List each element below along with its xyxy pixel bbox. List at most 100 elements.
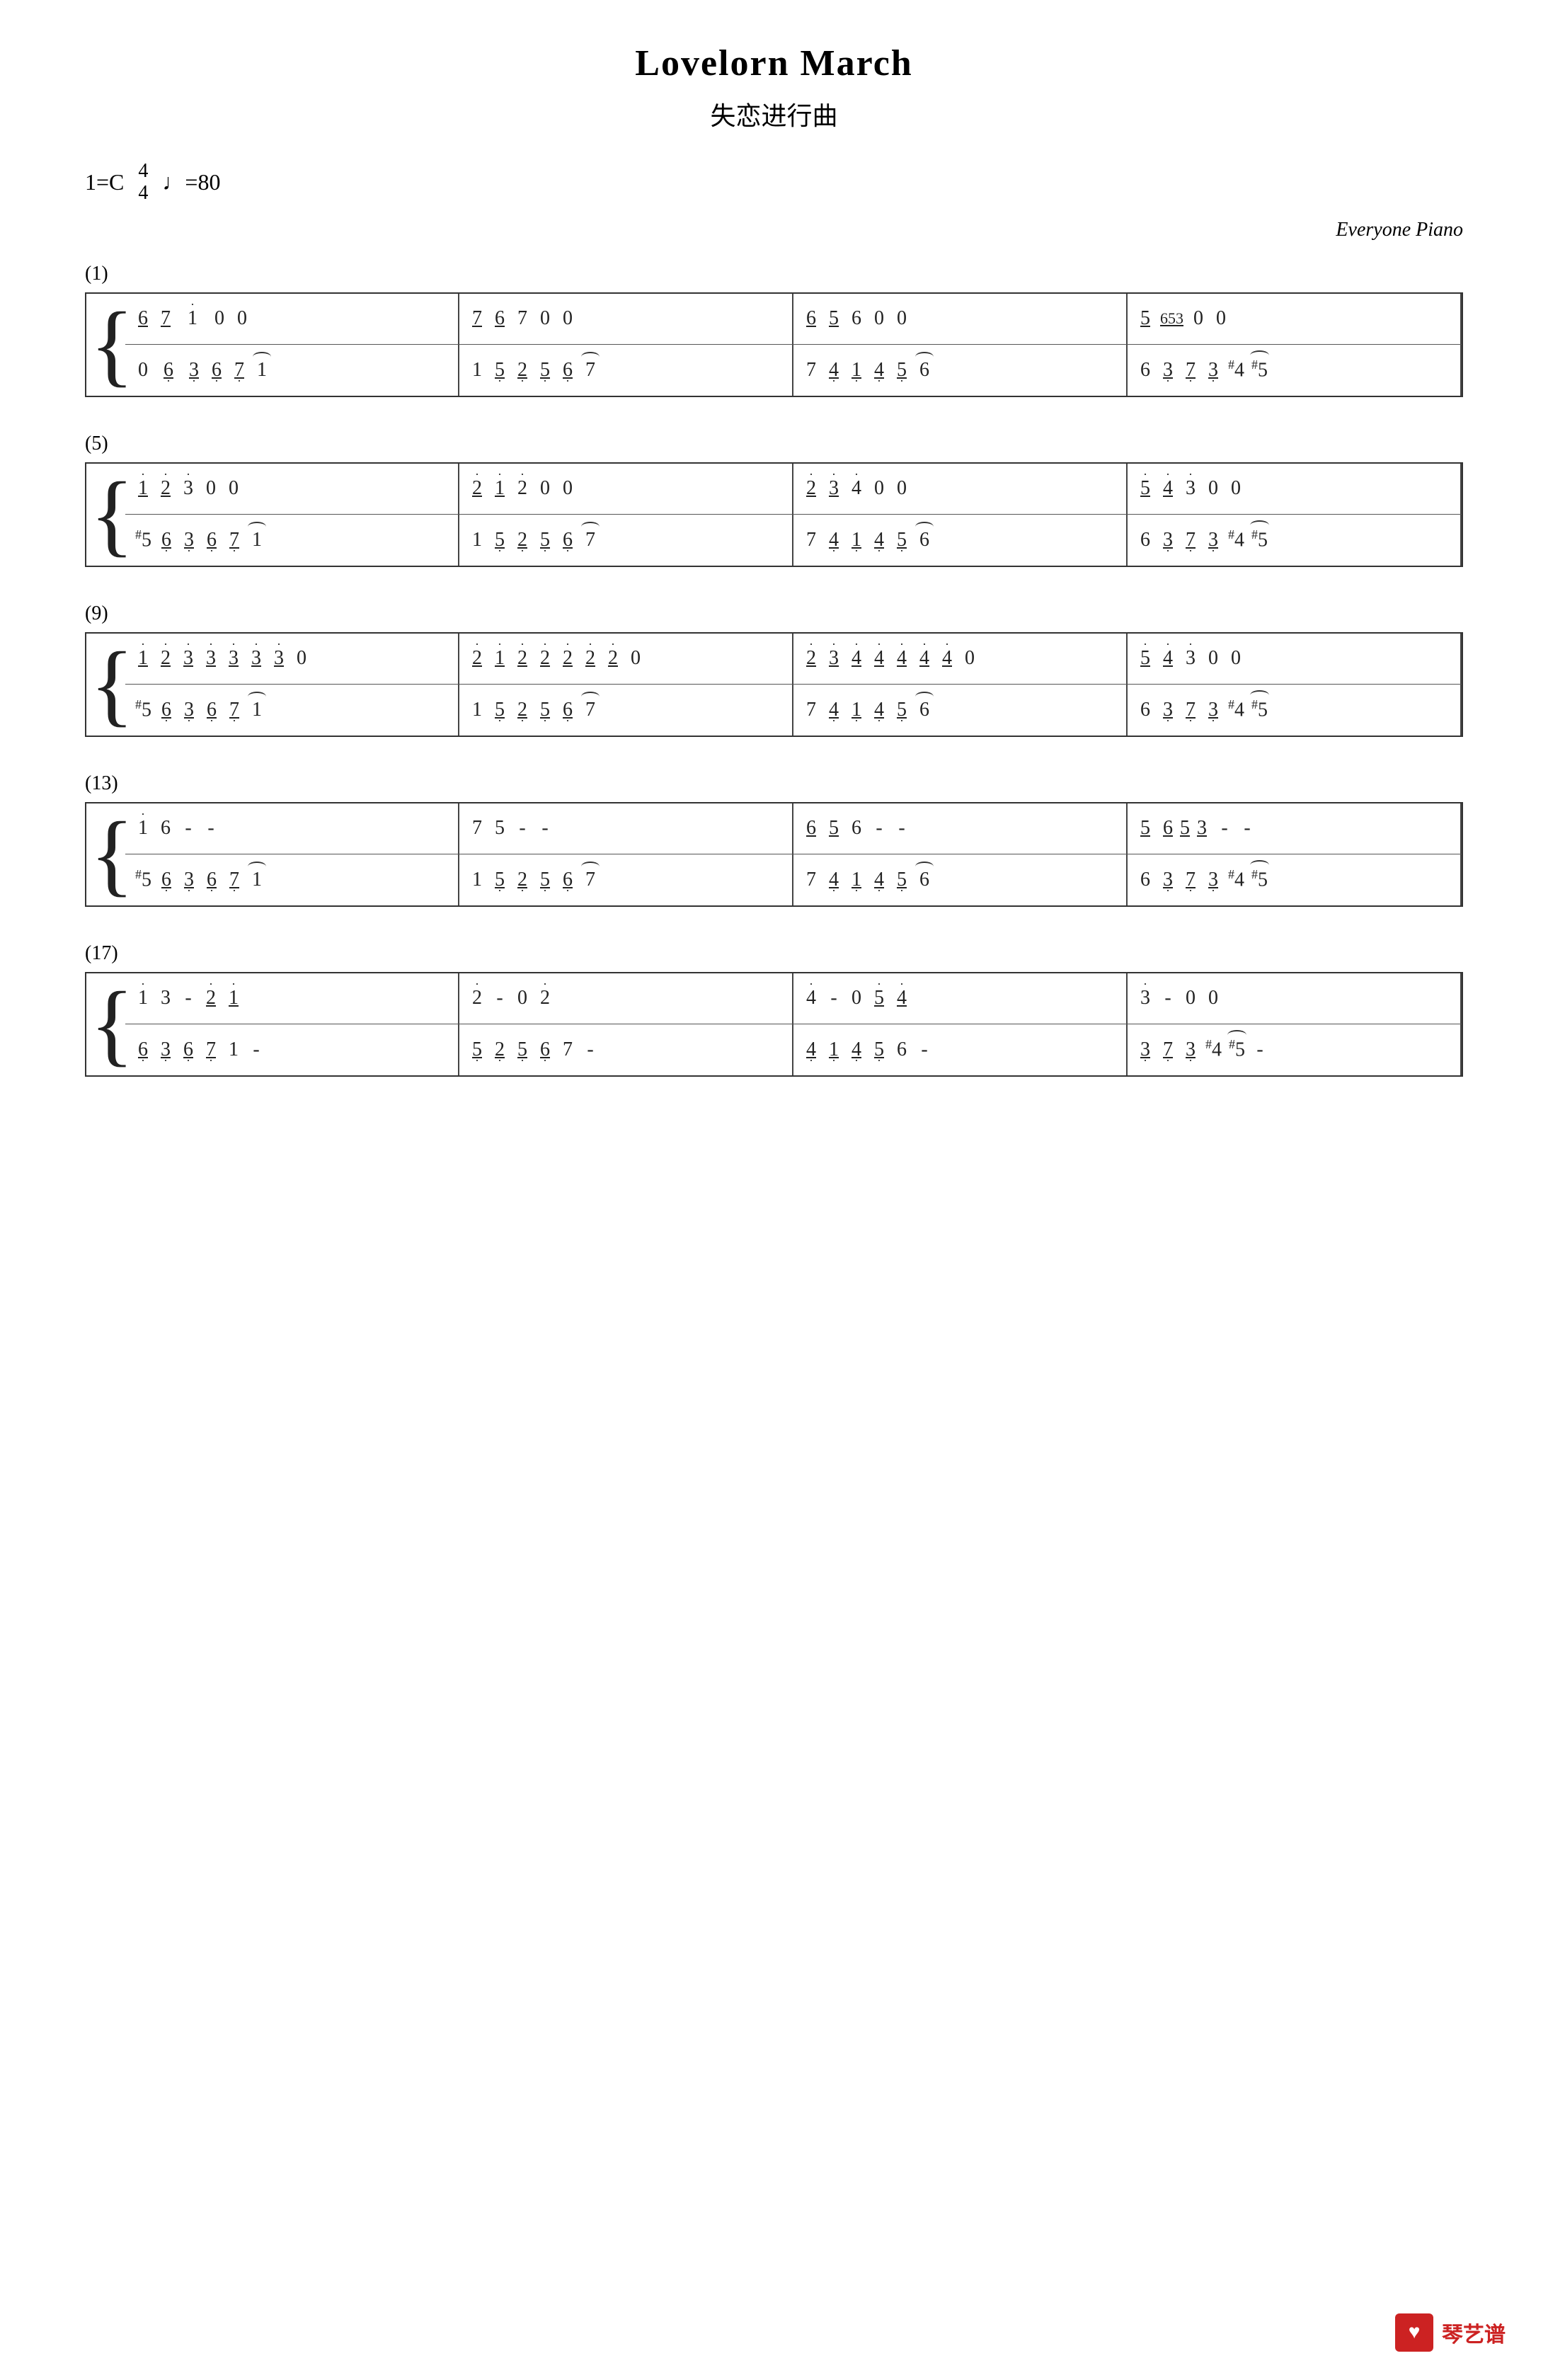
note: 6 — [1137, 529, 1153, 551]
note: 6 — [204, 529, 219, 551]
system-5: { 1 3 - 2 1 2 - 0 2 4 - 0 5 4 3 - 0 0 — [85, 972, 1463, 1077]
measure-2-lower: 1 5 2 5 6 7 — [459, 345, 793, 396]
note: 1 — [469, 699, 485, 721]
note: #5 — [1229, 1037, 1245, 1061]
note: 2 — [803, 647, 819, 670]
tempo-label: ♩=80 — [162, 169, 220, 195]
m8-upper: 5 4 3 0 0 — [1128, 464, 1462, 514]
note: 7 — [227, 699, 242, 721]
dash: - — [515, 817, 530, 840]
note: 7 — [583, 699, 598, 721]
staff-lower-4: #5 6 3 6 7 1 1 5 2 5 6 7 7 4 1 4 5 6 6 3… — [125, 854, 1462, 905]
rest: 0 — [135, 359, 151, 382]
note: 7 — [227, 869, 242, 891]
note: 2 — [469, 647, 485, 670]
meta-line: 1=C 4 4 ♩=80 — [85, 161, 1463, 205]
note: 7 — [803, 529, 819, 551]
note: 2 — [537, 647, 553, 670]
note: 4 — [1160, 477, 1176, 500]
attribution: Everyone Piano — [85, 219, 1463, 241]
note: 3 — [1205, 529, 1221, 551]
m15-upper: 6 5 6 - - — [793, 803, 1128, 854]
dash: - — [180, 817, 196, 840]
note: 3 — [158, 987, 173, 1009]
note: 2 — [469, 477, 485, 500]
note: 7 — [158, 307, 173, 330]
note: 3 — [826, 647, 842, 670]
note: 5 — [492, 529, 508, 551]
note: 5 — [1137, 477, 1153, 500]
dash: - — [1239, 817, 1255, 840]
note: 6 — [849, 307, 864, 330]
note: 2 — [492, 1039, 508, 1061]
staff-upper-4: 1 6 - - 7 5 - - 6 5 6 - - 5 6 5 3 - - — [125, 803, 1462, 854]
note: 4 — [917, 647, 932, 670]
dash: - — [871, 817, 887, 840]
note: 3 — [1160, 869, 1176, 891]
subtitle: 失恋进行曲 — [85, 96, 1463, 132]
dash: - — [180, 987, 196, 1009]
dash: - — [583, 1039, 598, 1061]
note: 3 — [1137, 987, 1153, 1009]
note: #5 — [135, 527, 151, 551]
rest: 0 — [1228, 477, 1244, 500]
note: 7 — [803, 359, 819, 382]
note: 6 — [209, 359, 224, 382]
note: 6 — [204, 699, 219, 721]
note: 6 — [1137, 699, 1153, 721]
note: 6 — [803, 307, 819, 330]
rest: 0 — [871, 477, 887, 500]
note: 2 — [537, 987, 553, 1009]
rest: 0 — [1205, 987, 1221, 1009]
note: 6 — [204, 869, 219, 891]
note: 4 — [803, 1039, 819, 1061]
note: 6 — [135, 307, 151, 330]
note: 7 — [515, 307, 530, 330]
note: #5 — [1251, 867, 1268, 891]
m12-upper: 5 4 3 0 0 — [1128, 634, 1462, 684]
note: 6 — [1137, 359, 1153, 382]
rest: 0 — [849, 987, 864, 1009]
note: 6 — [560, 699, 575, 721]
note: 3 — [1183, 647, 1198, 670]
note: 3 — [1205, 699, 1221, 721]
note: 3 — [180, 477, 196, 500]
note: 3 — [1160, 529, 1176, 551]
section-9-label: (9) — [85, 602, 1463, 625]
note: 4 — [849, 647, 864, 670]
m13-lower: #5 6 3 6 7 1 — [125, 854, 459, 905]
staff-lower-1: 0 6 3 6 7 1 1 5 2 5 6 7 7 4 1 4 5 6 6 — [125, 345, 1462, 396]
note: 5 — [537, 359, 553, 382]
m15-lower: 7 4 1 4 5 6 — [793, 854, 1128, 905]
m14-lower: 1 5 2 5 6 7 — [459, 854, 793, 905]
page-title: Lovelorn March — [85, 42, 1463, 84]
rest: 0 — [294, 647, 309, 670]
m13-upper: 1 6 - - — [125, 803, 459, 854]
note: 1 — [849, 699, 864, 721]
note: 4 — [871, 647, 887, 670]
note: 1 — [249, 529, 265, 551]
note: 1 — [135, 987, 151, 1009]
note: 5 — [469, 1039, 485, 1061]
note: 7 — [583, 529, 598, 551]
time-sig: 4 4 — [138, 161, 148, 205]
note: 6 — [894, 1039, 910, 1061]
note: 6 — [159, 699, 174, 721]
note: 1 — [849, 529, 864, 551]
note: 5 — [492, 817, 508, 840]
staff-upper-3: 1 2 3 3 3 3 3 0 2 1 2 2 2 2 2 0 2 3 4 4 … — [125, 634, 1462, 685]
dash: - — [537, 817, 553, 840]
note: 7 — [583, 869, 598, 891]
note: 4 — [826, 359, 842, 382]
note: 1 — [492, 477, 508, 500]
rest: 0 — [894, 307, 910, 330]
note: 3 — [158, 1039, 173, 1061]
note: 4 — [849, 1039, 864, 1061]
note: 5 — [492, 869, 508, 891]
note: #5 — [135, 697, 151, 721]
m9-lower: #5 6 3 6 7 1 — [125, 685, 459, 736]
staff-upper-2: 1 2 3 0 0 2 1 2 0 0 2 3 4 0 0 5 4 3 0 0 — [125, 464, 1462, 515]
m17-upper: 1 3 - 2 1 — [125, 973, 459, 1024]
note: 5 — [537, 529, 553, 551]
note: 2 — [515, 647, 530, 670]
